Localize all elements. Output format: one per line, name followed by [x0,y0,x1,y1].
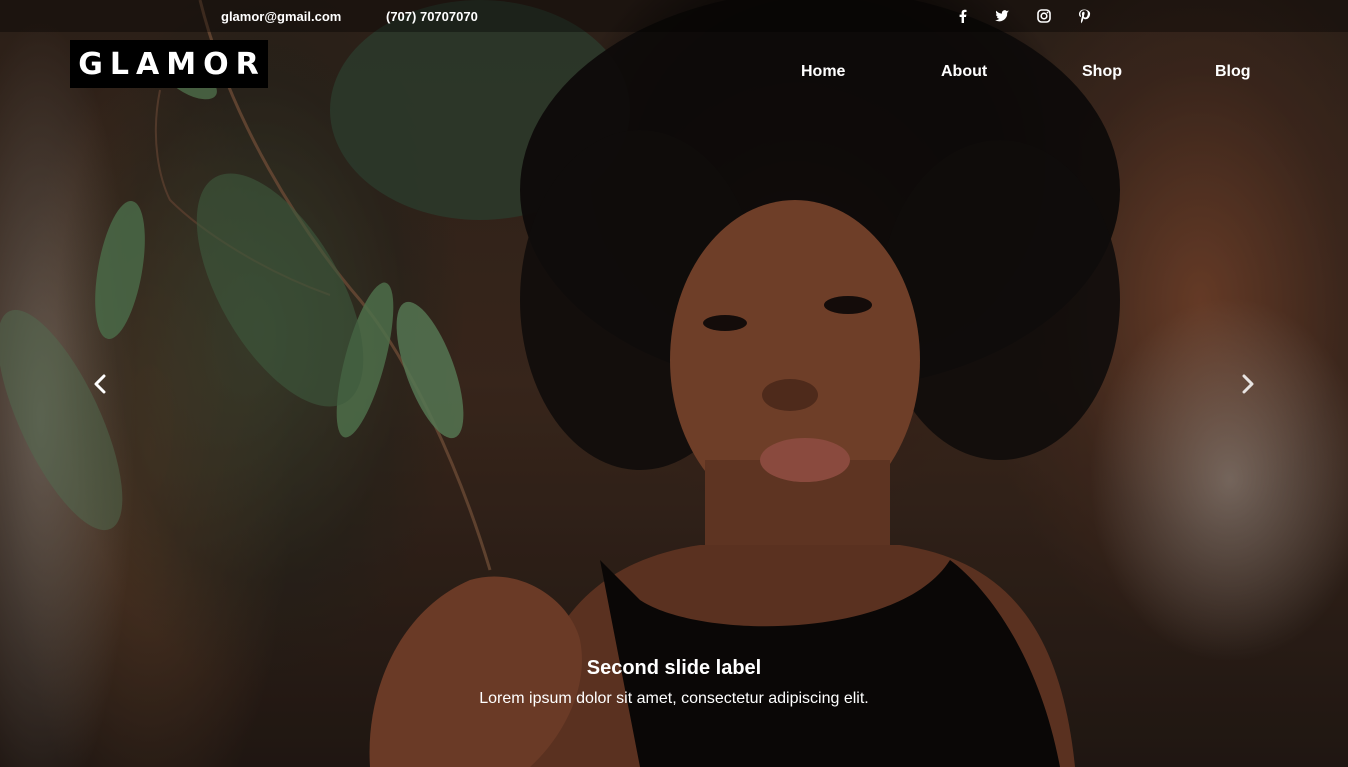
nav-item-blog[interactable]: Blog [1215,63,1251,81]
twitter-icon[interactable] [994,8,1010,24]
carousel-next-button[interactable] [1235,372,1259,396]
contact-email[interactable]: glamor@gmail.com [221,9,341,24]
carousel-caption-title: Second slide label [586,657,762,679]
facebook-icon[interactable] [955,8,971,24]
carousel-caption-text: Lorem ipsum dolor sit amet, consectetur … [479,690,869,707]
nav-item-shop[interactable]: Shop [1082,63,1122,81]
nav-item-about[interactable]: About [941,63,987,81]
top-info-bar: glamor@gmail.com (707) 70707070 [0,0,1348,32]
nav-item-home[interactable]: Home [801,63,845,81]
hero-background-image [0,0,1120,767]
chevron-right-icon [1242,374,1254,394]
brand-logo[interactable]: GLAMOR [70,40,268,88]
chevron-left-icon [94,374,106,394]
carousel-prev-button[interactable] [89,372,113,396]
contact-phone[interactable]: (707) 70707070 [386,9,478,24]
hero-carousel-slide [0,0,1348,767]
instagram-icon[interactable] [1036,8,1052,24]
brand-logo-text: GLAMOR [78,46,266,82]
pinterest-icon[interactable] [1076,8,1092,24]
